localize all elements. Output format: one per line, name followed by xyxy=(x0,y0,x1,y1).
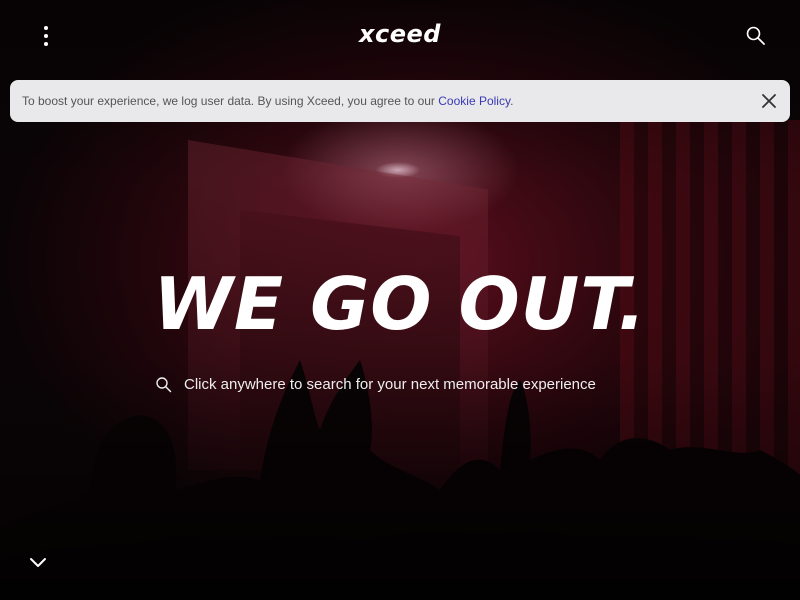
cookie-banner: To boost your experience, we log user da… xyxy=(10,80,790,122)
more-vertical-icon xyxy=(44,26,48,30)
close-icon xyxy=(762,94,776,108)
cookie-text: To boost your experience, we log user da… xyxy=(22,94,435,108)
menu-button[interactable] xyxy=(36,22,56,50)
search-icon xyxy=(746,26,765,45)
chevron-down-icon xyxy=(30,558,46,567)
search-icon xyxy=(156,376,172,392)
hero-headline: WE GO OUT. xyxy=(153,262,647,346)
header-search-button[interactable] xyxy=(744,24,768,48)
hero-search-prompt: Click anywhere to search for your next m… xyxy=(184,375,596,393)
scroll-down-button[interactable] xyxy=(28,552,48,572)
cookie-trailing: . xyxy=(510,94,514,108)
top-navigation: xceed xyxy=(0,0,800,72)
hero-search-trigger[interactable]: Click anywhere to search for your next m… xyxy=(155,373,596,395)
cookie-message: To boost your experience, we log user da… xyxy=(22,94,513,108)
cookie-close-button[interactable] xyxy=(760,92,778,110)
cookie-policy-link[interactable]: Cookie Policy xyxy=(438,94,510,108)
xceed-logo[interactable]: xceed xyxy=(359,20,441,48)
